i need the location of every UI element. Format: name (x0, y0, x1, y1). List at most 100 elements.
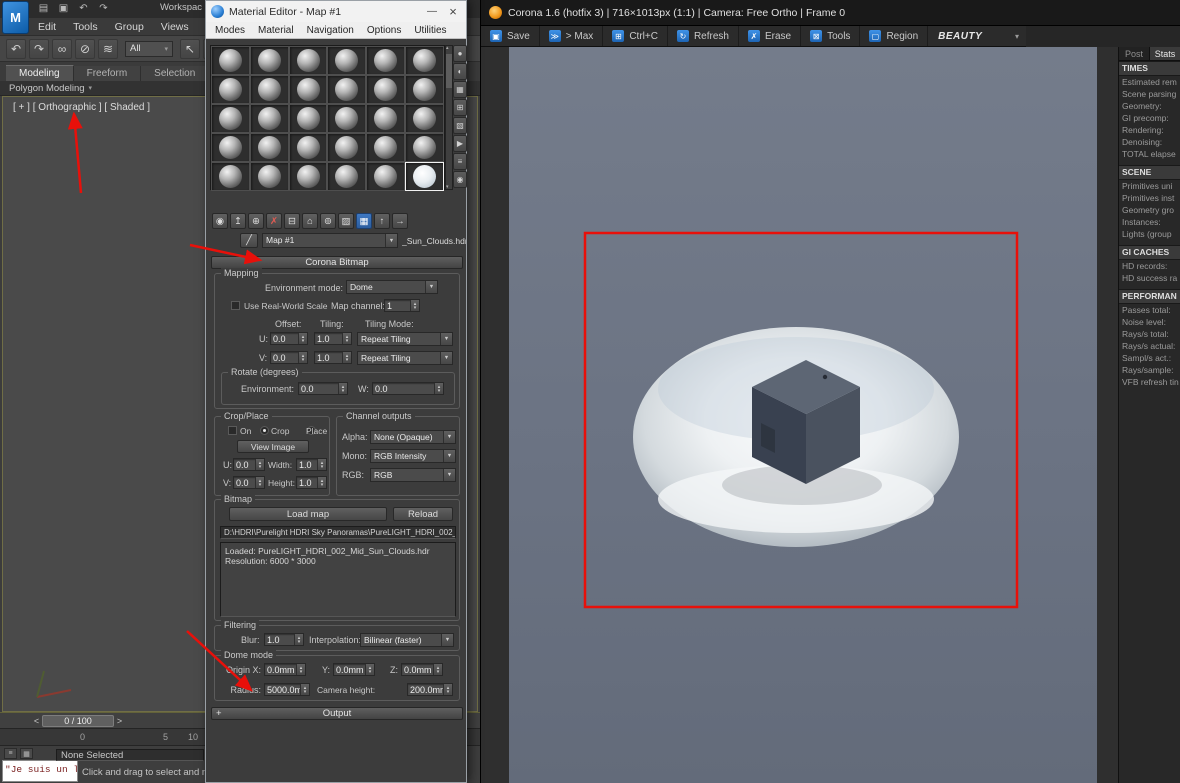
spinner-arrows-icon[interactable] (433, 664, 442, 675)
material-sample-slot[interactable] (405, 162, 444, 191)
material-sample-slot[interactable] (405, 133, 444, 162)
material-sample-slot[interactable] (211, 46, 250, 75)
spinner-arrows-icon[interactable] (317, 459, 326, 470)
save-icon[interactable]: ▣ (56, 1, 71, 16)
previous-frame-button[interactable]: < (31, 716, 42, 726)
origin-y-spinner[interactable]: 0.0mm (333, 663, 375, 676)
origin-x-spinner[interactable]: 0.0mm (264, 663, 306, 676)
material-editor-menu-material[interactable]: Material (258, 25, 294, 36)
max-application-logo[interactable]: M (2, 1, 29, 34)
sample-tiling-icon[interactable]: ⊞ (453, 99, 467, 116)
assign-to-selection-icon[interactable]: ⊕ (248, 213, 264, 229)
undo-icon[interactable]: ↶ (6, 38, 26, 59)
to-max-button[interactable]: ≫ > Max (540, 26, 604, 46)
material-sample-slot[interactable] (366, 162, 406, 191)
material-sample-slot[interactable] (405, 46, 444, 75)
workspace-selector[interactable]: Workspac ▾ (160, 2, 209, 13)
spinner-arrows-icon[interactable] (300, 684, 309, 695)
material-sample-slot[interactable] (249, 162, 289, 191)
u-offset-spinner[interactable]: 0.0 (270, 332, 308, 345)
material-sample-slot[interactable] (249, 46, 289, 75)
menu-item-edit[interactable]: Edit (38, 21, 56, 33)
put-to-scene-icon[interactable]: ↥ (230, 213, 246, 229)
close-button[interactable]: × (445, 4, 461, 19)
material-sample-slot[interactable] (249, 104, 289, 133)
radius-spinner[interactable]: 5000.0mm (264, 683, 310, 696)
spinner-arrows-icon[interactable] (255, 459, 264, 470)
v-tiling-mode-select[interactable]: Repeat Tiling (357, 351, 453, 365)
crop-on-checkbox[interactable] (228, 426, 237, 435)
rotate-w-spinner[interactable]: 0.0 (372, 382, 444, 395)
get-material-icon[interactable]: ◉ (212, 213, 228, 229)
spinner-arrows-icon[interactable] (410, 300, 419, 311)
interpolation-select[interactable]: Bilinear (faster) (360, 633, 454, 647)
slots-scrollbar[interactable] (445, 45, 453, 190)
material-editor-menu-options[interactable]: Options (367, 25, 401, 36)
material-id-icon[interactable]: ⊚ (320, 213, 336, 229)
copy-button[interactable]: ⊞ Ctrl+C (603, 26, 668, 46)
material-editor-menu-navigation[interactable]: Navigation (307, 25, 354, 36)
material-sample-slot[interactable] (405, 75, 444, 104)
spinner-arrows-icon[interactable] (434, 383, 443, 394)
spinner-arrows-icon[interactable] (298, 352, 307, 363)
material-sample-slot[interactable] (288, 162, 328, 191)
material-editor-menu-modes[interactable]: Modes (215, 25, 245, 36)
material-sample-slot[interactable] (288, 46, 328, 75)
use-real-world-scale-checkbox[interactable] (231, 301, 240, 310)
scrollbar-thumb[interactable] (446, 54, 452, 88)
listener-menu-icon[interactable]: ≡ (4, 748, 17, 759)
render-channel-select[interactable]: BEAUTY (938, 31, 982, 42)
material-sample-slot[interactable] (366, 133, 406, 162)
ribbon-tab-modeling[interactable]: Modeling (6, 65, 74, 81)
menu-item-group[interactable]: Group (115, 21, 144, 33)
environment-mode-select[interactable]: Dome (346, 280, 438, 294)
video-color-check-icon[interactable]: ▧ (453, 117, 467, 134)
refresh-button[interactable]: ↻ Refresh (668, 26, 739, 46)
select-and-link-icon[interactable]: ∞ (52, 38, 72, 59)
map-channel-spinner[interactable]: 1 (384, 299, 420, 312)
go-forward-icon[interactable]: → (392, 213, 408, 229)
material-sample-slot[interactable] (211, 133, 250, 162)
reset-map-icon[interactable]: ✗ (266, 213, 282, 229)
selection-filter-select[interactable]: All ▾ (125, 40, 173, 57)
material-sample-slot[interactable] (327, 75, 367, 104)
unlink-selection-icon[interactable]: ⊘ (75, 38, 95, 59)
application-menu-icon[interactable]: ▤ (36, 1, 51, 16)
spinner-arrows-icon[interactable] (317, 477, 326, 488)
make-unique-icon[interactable]: ⊟ (284, 213, 300, 229)
load-map-button[interactable]: Load map (229, 507, 387, 521)
crop-width-spinner[interactable]: 1.0 (296, 458, 327, 471)
origin-z-spinner[interactable]: 0.0mm (401, 663, 443, 676)
material-sample-slot[interactable] (327, 162, 367, 191)
material-sample-slot[interactable] (405, 104, 444, 133)
viewport-label[interactable]: [ + ] [ Orthographic ] [ Shaded ] (13, 102, 150, 113)
spinner-arrows-icon[interactable] (298, 333, 307, 344)
undo-icon[interactable]: ↶ (76, 1, 91, 16)
rotate-environment-spinner[interactable]: 0.0 (298, 382, 348, 395)
material-sample-slot[interactable] (249, 133, 289, 162)
crop-v-spinner[interactable]: 0.0 (233, 476, 265, 489)
spinner-arrows-icon[interactable] (342, 352, 351, 363)
material-sample-slot[interactable] (288, 104, 328, 133)
put-to-library-icon[interactable]: ⌂ (302, 213, 318, 229)
minimize-button[interactable]: — (424, 6, 440, 17)
material-sample-slot[interactable] (327, 46, 367, 75)
tab-post[interactable]: Post (1119, 47, 1150, 60)
crop-height-spinner[interactable]: 1.0 (296, 476, 327, 489)
spinner-arrows-icon[interactable] (338, 383, 347, 394)
save-button[interactable]: ▣ Save (481, 26, 540, 46)
u-tiling-mode-select[interactable]: Repeat Tiling (357, 332, 453, 346)
material-editor-menu-utilities[interactable]: Utilities (414, 25, 446, 36)
crop-u-spinner[interactable]: 0.0 (233, 458, 265, 471)
ribbon-tab-freeform[interactable]: Freeform (73, 66, 142, 81)
redo-icon[interactable]: ↷ (96, 1, 111, 16)
view-image-button[interactable]: View Image (237, 440, 309, 453)
material-sample-slot[interactable] (366, 75, 406, 104)
rgb-select[interactable]: RGB (370, 468, 456, 482)
material-sample-slot[interactable] (211, 75, 250, 104)
material-sample-slot[interactable] (366, 46, 406, 75)
sample-type-icon[interactable]: ● (453, 45, 467, 62)
crop-radio[interactable] (260, 426, 269, 435)
backlight-icon[interactable]: ◐ (453, 63, 467, 80)
erase-button[interactable]: ✗ Erase (739, 26, 802, 46)
